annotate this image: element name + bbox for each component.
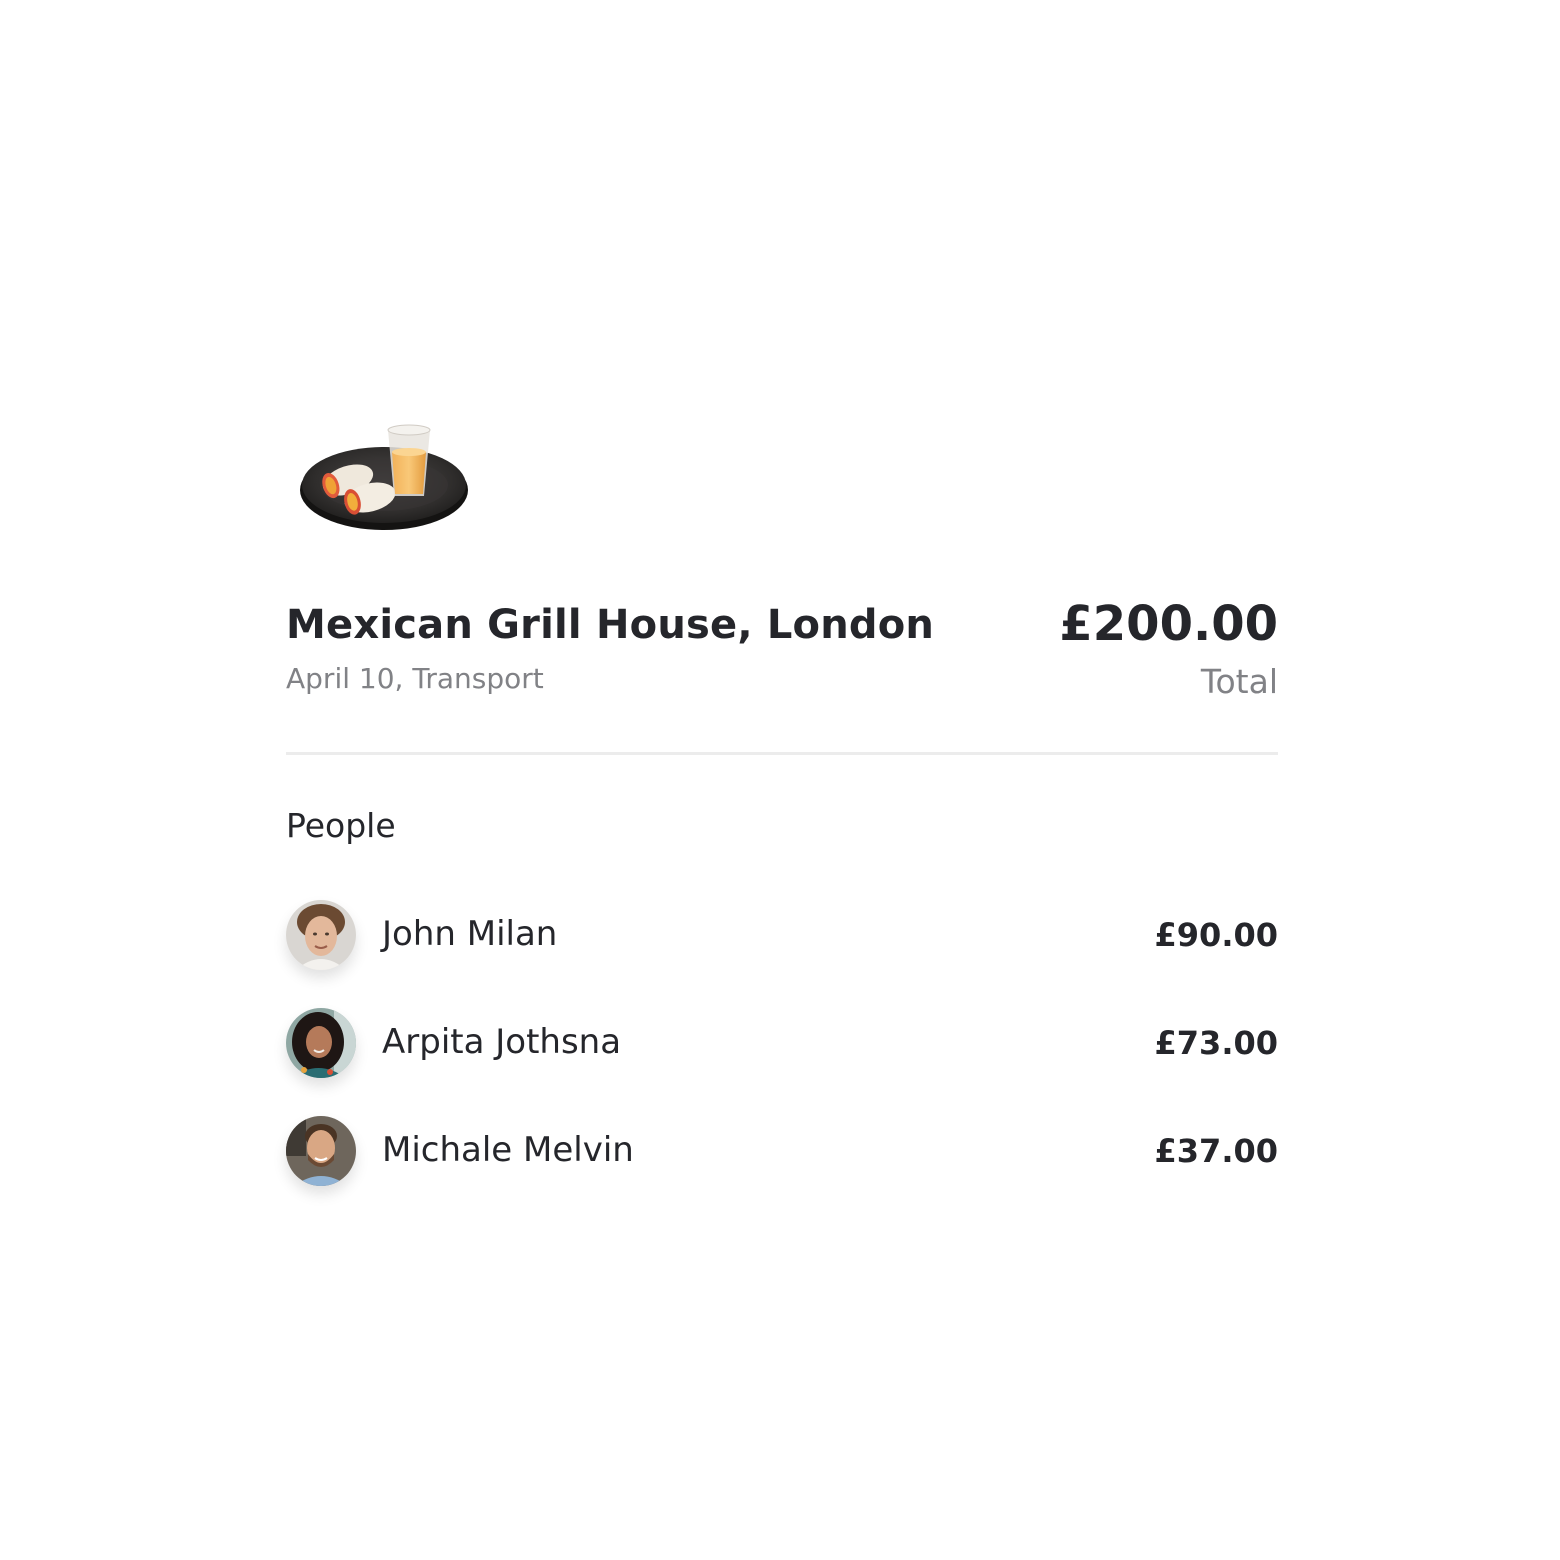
total-amount: £200.00 (1059, 596, 1278, 652)
people-list: John Milan £90.00 Arpita Jothsna £73.00 (286, 898, 1278, 1222)
person-row[interactable]: John Milan £90.00 (286, 898, 1278, 970)
expense-title: Mexican Grill House, London (286, 602, 935, 648)
expense-header: Mexican Grill House, London April 10, Tr… (286, 596, 1278, 716)
people-section-title: People (286, 806, 396, 845)
total-label: Total (1200, 662, 1278, 701)
avatar (286, 1008, 356, 1078)
avatar (286, 900, 356, 970)
person-row[interactable]: Arpita Jothsna £73.00 (286, 1006, 1278, 1078)
person-amount: £90.00 (1154, 916, 1278, 954)
expense-image (296, 418, 472, 534)
person-amount: £37.00 (1154, 1132, 1278, 1170)
avatar (286, 1116, 356, 1186)
person-name: Arpita Jothsna (382, 1022, 622, 1062)
person-row[interactable]: Michale Melvin £37.00 (286, 1114, 1278, 1186)
divider (286, 752, 1278, 755)
food-plate-icon (300, 424, 468, 530)
person-name: John Milan (382, 914, 558, 954)
person-name: Michale Melvin (382, 1130, 634, 1170)
person-amount: £73.00 (1154, 1024, 1278, 1062)
expense-subtitle: April 10, Transport (286, 662, 544, 695)
